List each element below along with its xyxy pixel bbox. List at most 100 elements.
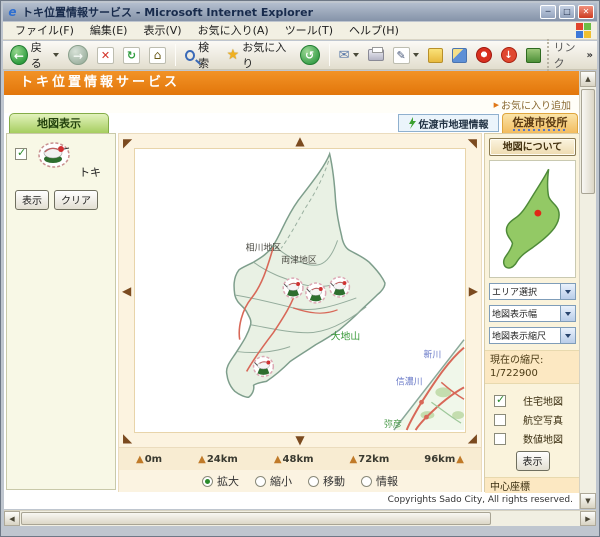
horizontal-scrollbar[interactable]: ◀ ▶ — [4, 510, 596, 526]
layer-clear-button[interactable]: クリア — [54, 190, 98, 210]
menu-favorites[interactable]: お気に入り(A) — [190, 22, 277, 40]
radio-icon — [255, 475, 266, 487]
about-map-button[interactable]: 地図について — [489, 138, 576, 156]
toki-marker[interactable] — [282, 277, 304, 299]
mode-zoom-out[interactable]: 縮小 — [255, 473, 292, 489]
base-layer-list: 住宅地図 航空写真 数値地図 — [485, 384, 579, 446]
toki-layer-checkbox[interactable] — [15, 146, 27, 160]
vertical-scrollbar[interactable]: ▲ ▼ — [579, 71, 596, 509]
menu-file[interactable]: ファイル(F) — [7, 22, 82, 40]
pan-east-arrow[interactable]: ▶ — [469, 285, 478, 297]
map-canvas[interactable]: 相川地区 両津地区 大地山 新川 信濃川 弥彦 — [134, 148, 466, 433]
river-label-shinkawa: 新川 — [424, 349, 442, 361]
sub-header-row: ▶ お気に入り追加 — [4, 95, 579, 113]
history-button[interactable]: ↺ — [297, 44, 323, 66]
toki-marker[interactable] — [305, 282, 327, 304]
map-column: ◤ ▲ ◥ ◀ ▶ ◣ ▼ ◢ 相川地区 両津地区 大地山 新川 信濃川 弥彦 … — [118, 133, 482, 492]
stop-icon: ✕ — [96, 46, 114, 64]
favorites-button[interactable]: ★ お気に入り — [224, 38, 294, 72]
title-bar[interactable]: e トキ位置情報サービス - Microsoft Internet Explor… — [3, 3, 597, 21]
back-button[interactable]: ← 戻る — [7, 38, 62, 72]
toki-bird-icon — [38, 142, 70, 168]
home-button[interactable]: ⌂ — [146, 46, 169, 65]
layer-show-button[interactable]: 表示 — [15, 190, 49, 210]
scroll-left-arrow[interactable]: ◀ — [4, 511, 20, 526]
tab-map-view[interactable]: 地図表示 — [9, 113, 109, 133]
mountain-label: 大地山 — [331, 330, 361, 343]
horizontal-scroll-thumb[interactable] — [21, 512, 491, 525]
browser-toolbar: ← 戻る → ✕ ↻ ⌂ 検索 ★ お気に入り ↺ ✉ ✎ ↓ リンク » — [3, 38, 597, 72]
mode-zoom-in[interactable]: 拡大 — [202, 473, 239, 489]
map-control-panel: 地図について エリア選択 地図表示幅 地図表示縮尺 現在の縮尺: 1/72290… — [484, 133, 579, 509]
scale-tick: 96km ▲ — [424, 453, 464, 465]
mail-button[interactable]: ✉ — [336, 47, 362, 64]
display-width-dropdown[interactable]: 地図表示幅 — [489, 305, 576, 322]
menu-tools[interactable]: ツール(T) — [277, 22, 341, 40]
aerial-photo-checkbox[interactable] — [494, 413, 506, 426]
maximize-button[interactable]: □ — [559, 5, 575, 19]
toki-marker[interactable] — [328, 276, 351, 298]
money-addon-button[interactable] — [523, 47, 544, 64]
download-addon-button[interactable]: ↓ — [498, 46, 520, 64]
print-button[interactable] — [365, 47, 387, 62]
pan-northwest-arrow[interactable]: ◤ — [123, 137, 132, 149]
pan-southeast-arrow[interactable]: ◢ — [468, 432, 477, 444]
vertical-scroll-thumb[interactable] — [581, 89, 595, 194]
scale-tick-icon: ▲ — [349, 453, 358, 465]
mode-move[interactable]: 移動 — [308, 473, 345, 489]
numeric-map-checkbox[interactable] — [494, 432, 506, 445]
scroll-up-arrow[interactable]: ▲ — [580, 71, 596, 87]
scale-tick-icon: ▲ — [456, 453, 464, 465]
menu-view[interactable]: 表示(V) — [135, 22, 189, 40]
mode-info[interactable]: 情報 — [361, 473, 398, 489]
scroll-down-arrow[interactable]: ▼ — [580, 493, 596, 509]
geo-info-button[interactable]: 佐渡市地理情報 — [398, 114, 499, 132]
toki-layer-box: トキ 表示 クリア — [7, 134, 115, 226]
radio-icon — [308, 475, 319, 487]
scroll-right-arrow[interactable]: ▶ — [580, 511, 596, 526]
tab-city-hall[interactable]: 佐渡市役所 — [502, 113, 578, 133]
mail-icon: ✉ — [338, 47, 350, 63]
pan-southwest-arrow[interactable]: ◣ — [123, 432, 132, 444]
folders-addon-button[interactable] — [449, 47, 470, 64]
panel-show-button[interactable]: 表示 — [515, 451, 550, 471]
menu-edit[interactable]: 編集(E) — [82, 22, 136, 40]
refresh-button[interactable]: ↻ — [120, 46, 143, 65]
display-scale-dropdown[interactable]: 地図表示縮尺 — [489, 327, 576, 344]
layer-residential[interactable]: 住宅地図 — [494, 393, 579, 408]
layer-numeric[interactable]: 数値地図 — [494, 431, 579, 446]
sticky-note-button[interactable] — [425, 47, 446, 64]
menu-bar: ファイル(F) 編集(E) 表示(V) お気に入り(A) ツール(T) ヘルプ(… — [3, 22, 597, 40]
river-label-shinano: 信濃川 — [396, 375, 423, 387]
scale-tick-icon: ▲ — [273, 453, 282, 465]
radio-icon — [361, 475, 372, 487]
wallet-icon — [525, 47, 541, 63]
pan-north-arrow[interactable]: ▲ — [295, 135, 304, 147]
toolbar-separator — [174, 44, 176, 66]
pan-west-arrow[interactable]: ◀ — [122, 285, 131, 297]
add-favorite-link[interactable]: ▶ お気に入り追加 — [493, 97, 571, 113]
residential-map-checkbox[interactable] — [494, 393, 506, 407]
area-select-dropdown[interactable]: エリア選択 — [489, 283, 576, 300]
toolbar-separator — [328, 44, 330, 66]
pan-northeast-arrow[interactable]: ◥ — [468, 137, 477, 149]
menu-help[interactable]: ヘルプ(H) — [341, 22, 407, 40]
browser-window: e トキ位置情報サービス - Microsoft Internet Explor… — [0, 0, 600, 537]
media-addon-button[interactable] — [473, 46, 495, 64]
star-icon: ★ — [226, 47, 240, 63]
ie-icon: e — [8, 4, 17, 19]
close-button[interactable]: ✕ — [578, 5, 594, 19]
links-toolbar[interactable]: リンク » — [546, 39, 593, 71]
current-location-dot — [534, 209, 542, 217]
search-button[interactable]: 検索 — [182, 38, 221, 72]
pan-south-arrow[interactable]: ▼ — [295, 434, 304, 446]
edit-button[interactable]: ✎ — [390, 46, 422, 65]
minimize-button[interactable]: ─ — [540, 5, 556, 19]
stop-button[interactable]: ✕ — [94, 46, 117, 65]
link-arrow-icon: ▶ — [493, 100, 499, 109]
toki-marker[interactable] — [252, 355, 275, 378]
forward-button[interactable]: → — [65, 44, 91, 66]
layer-aerial[interactable]: 航空写真 — [494, 412, 579, 427]
toolbar-overflow-chevron[interactable]: » — [587, 50, 593, 61]
chevron-down-icon — [560, 284, 575, 299]
